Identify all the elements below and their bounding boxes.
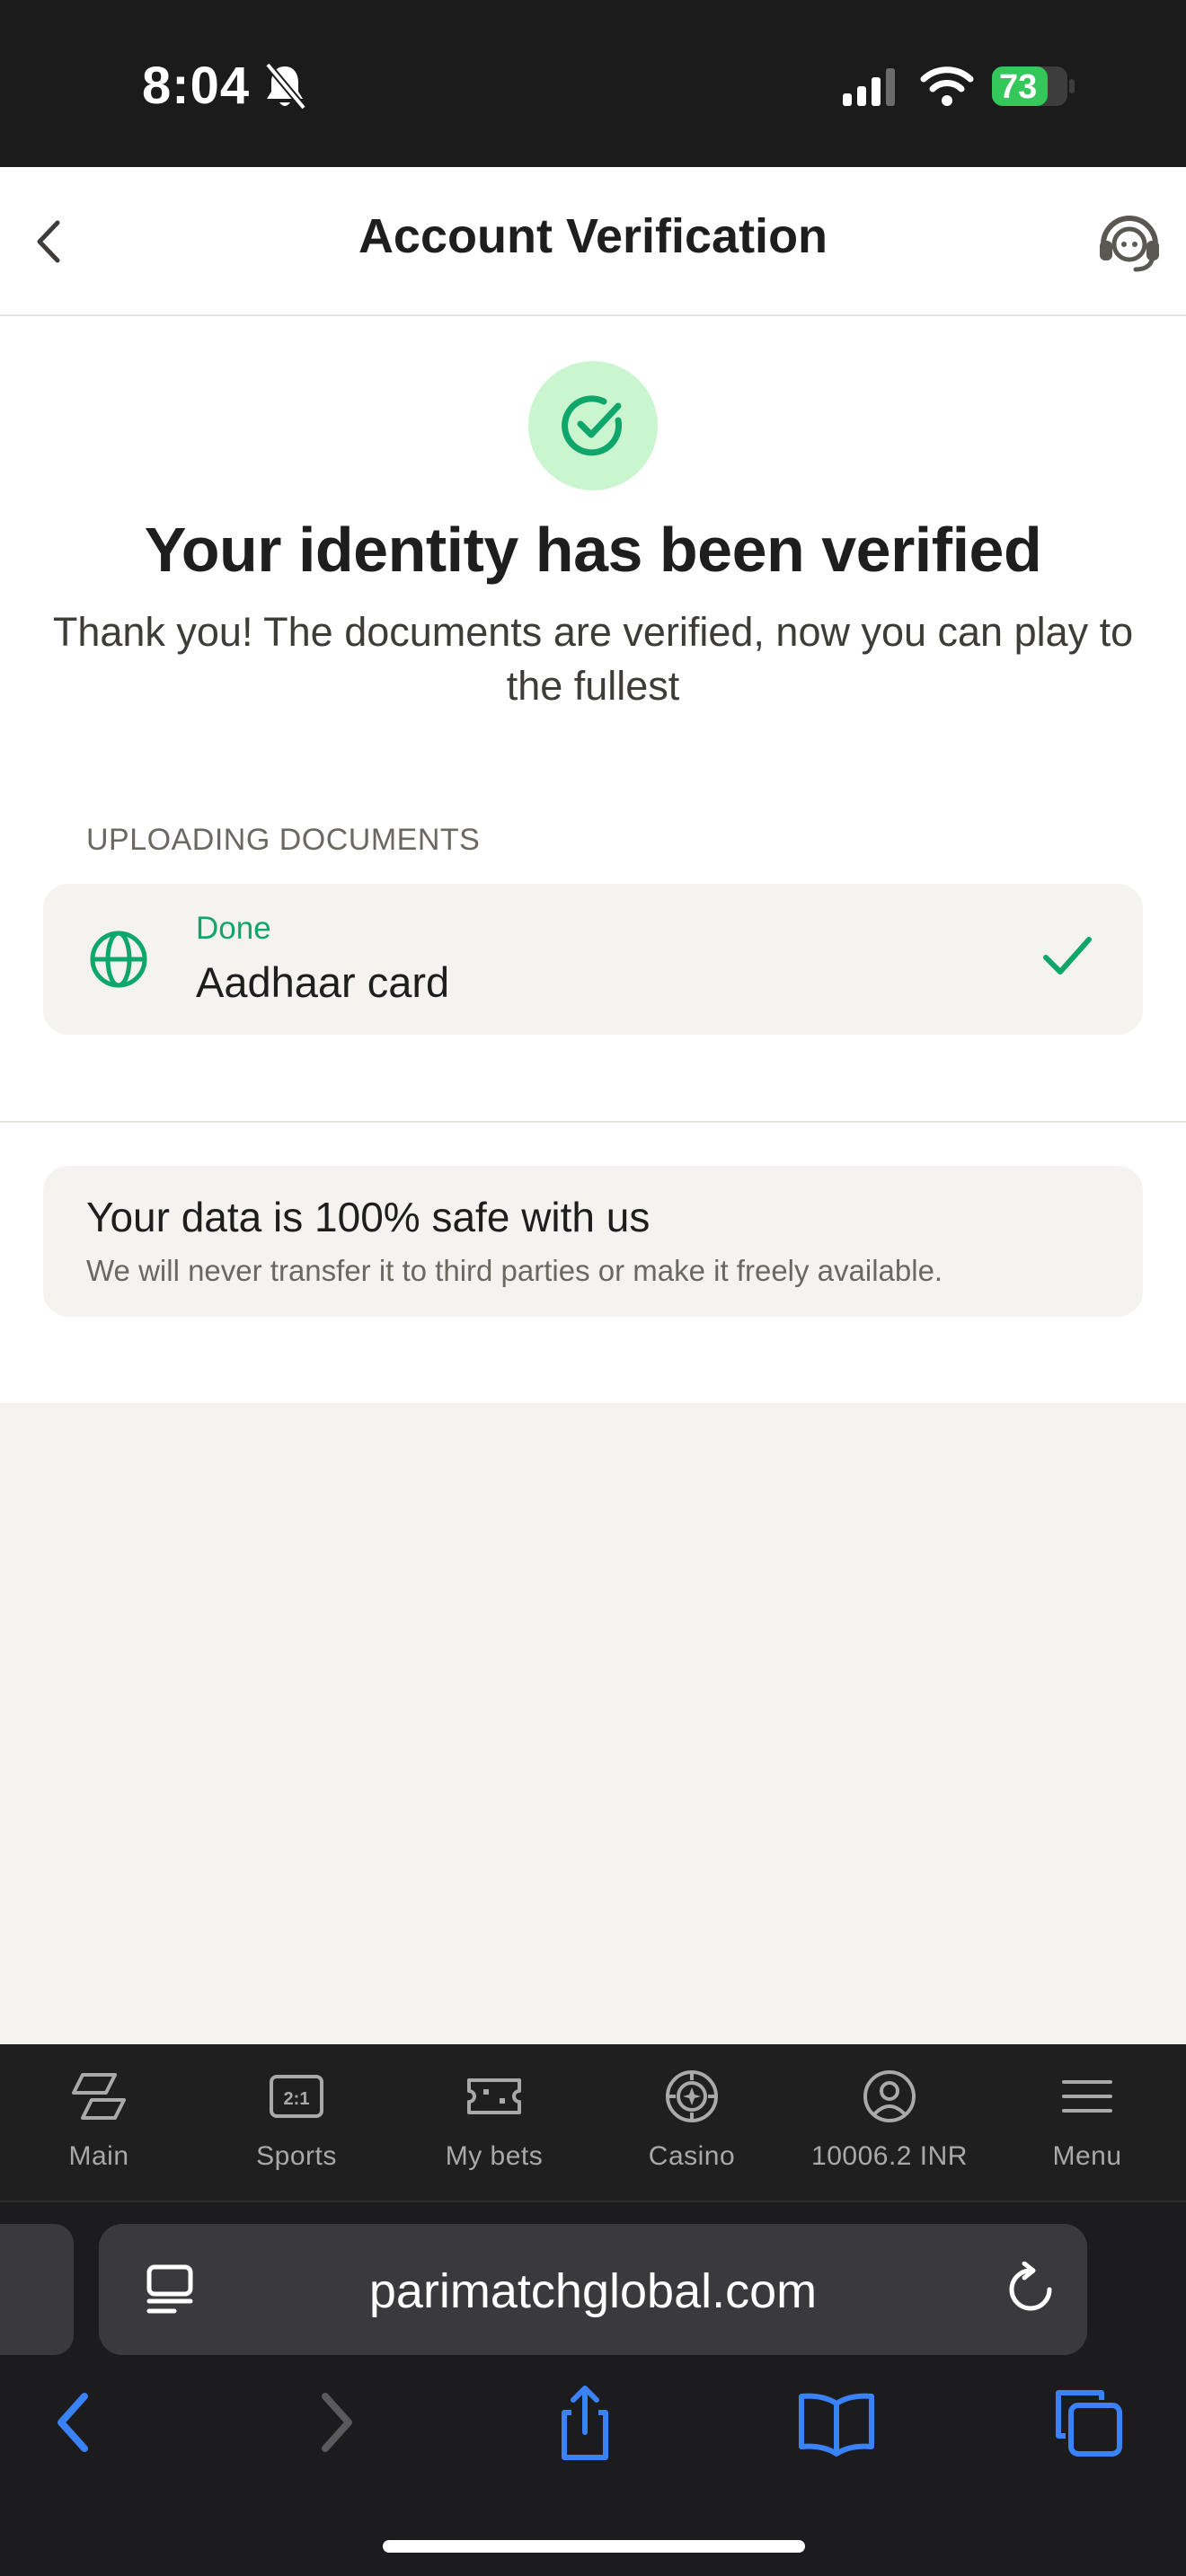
check-circle-icon: [562, 395, 623, 456]
previous-tab-preview[interactable]: [0, 2224, 74, 2355]
tab-label: 10006.2 INR: [811, 2141, 968, 2171]
verification-content: Your identity has been verified Thank yo…: [0, 316, 1186, 1403]
document-name: Aadhaar card: [196, 958, 450, 1006]
tab-casino[interactable]: Casino: [593, 2068, 791, 2184]
tab-menu[interactable]: Menu: [988, 2068, 1186, 2184]
bottom-tab-bar: Main 2:1 Sports My bets Casino 10006.2 I…: [0, 2044, 1186, 2202]
status-time: 8:04: [142, 57, 251, 115]
main-icon: [72, 2073, 126, 2120]
document-item-aadhaar[interactable]: Done Aadhaar card: [43, 884, 1143, 1035]
share-icon[interactable]: [544, 2382, 625, 2463]
ticket-icon: [467, 2078, 521, 2114]
tab-label: Main: [68, 2141, 129, 2171]
app-header: Account Verification: [0, 167, 1186, 316]
tab-label: My bets: [445, 2141, 544, 2171]
tab-label: Sports: [256, 2141, 337, 2171]
page-title: Account Verification: [358, 209, 828, 263]
data-safety-notice: Your data is 100% safe with us We will n…: [43, 1166, 1143, 1317]
bell-slash-icon: [264, 62, 307, 110]
document-status: Done: [196, 911, 271, 946]
back-icon[interactable]: [36, 2382, 117, 2463]
reload-icon[interactable]: [1003, 2262, 1058, 2317]
home-indicator: [383, 2540, 805, 2553]
address-bar[interactable]: parimatchglobal.com: [99, 2224, 1087, 2355]
verified-heading: Your identity has been verified: [144, 515, 1042, 585]
signal-icon: [843, 68, 895, 106]
verified-subtext: Thank you! The documents are verified, n…: [52, 609, 1134, 709]
headset-icon[interactable]: [1094, 208, 1164, 275]
hamburger-icon: [1062, 2080, 1112, 2113]
svg-text:2:1: 2:1: [284, 2089, 310, 2109]
browser-chrome: parimatchglobal.com: [0, 2202, 1186, 2576]
tabs-icon[interactable]: [1048, 2382, 1128, 2463]
wifi-icon: [920, 66, 974, 106]
tab-label: Menu: [1052, 2141, 1122, 2171]
documents-section-label: UPLOADING DOCUMENTS: [86, 823, 481, 857]
checkmark-icon: [1043, 937, 1092, 975]
bookmarks-icon[interactable]: [796, 2382, 877, 2463]
safety-text: We will never transfer it to third parti…: [86, 1254, 943, 1287]
forward-icon[interactable]: [293, 2382, 374, 2463]
tab-account-balance[interactable]: 10006.2 INR: [791, 2068, 988, 2184]
user-circle-icon: [863, 2070, 916, 2122]
tab-label: Casino: [648, 2141, 736, 2171]
casino-chip-icon: [666, 2070, 718, 2122]
sports-icon: 2:1: [270, 2075, 323, 2118]
verified-badge: [528, 361, 658, 490]
tab-main[interactable]: Main: [0, 2068, 198, 2184]
tab-my-bets[interactable]: My bets: [395, 2068, 593, 2184]
safety-title: Your data is 100% safe with us: [86, 1194, 651, 1240]
section-divider: [0, 1121, 1186, 1123]
status-bar: 8:04 73: [0, 0, 1186, 167]
battery-level: 73: [999, 68, 1038, 106]
globe-icon: [90, 931, 147, 988]
tab-sports[interactable]: 2:1 Sports: [198, 2068, 395, 2184]
url-text[interactable]: parimatchglobal.com: [99, 2263, 1087, 2319]
battery-charging-icon: 73: [990, 63, 1076, 110]
